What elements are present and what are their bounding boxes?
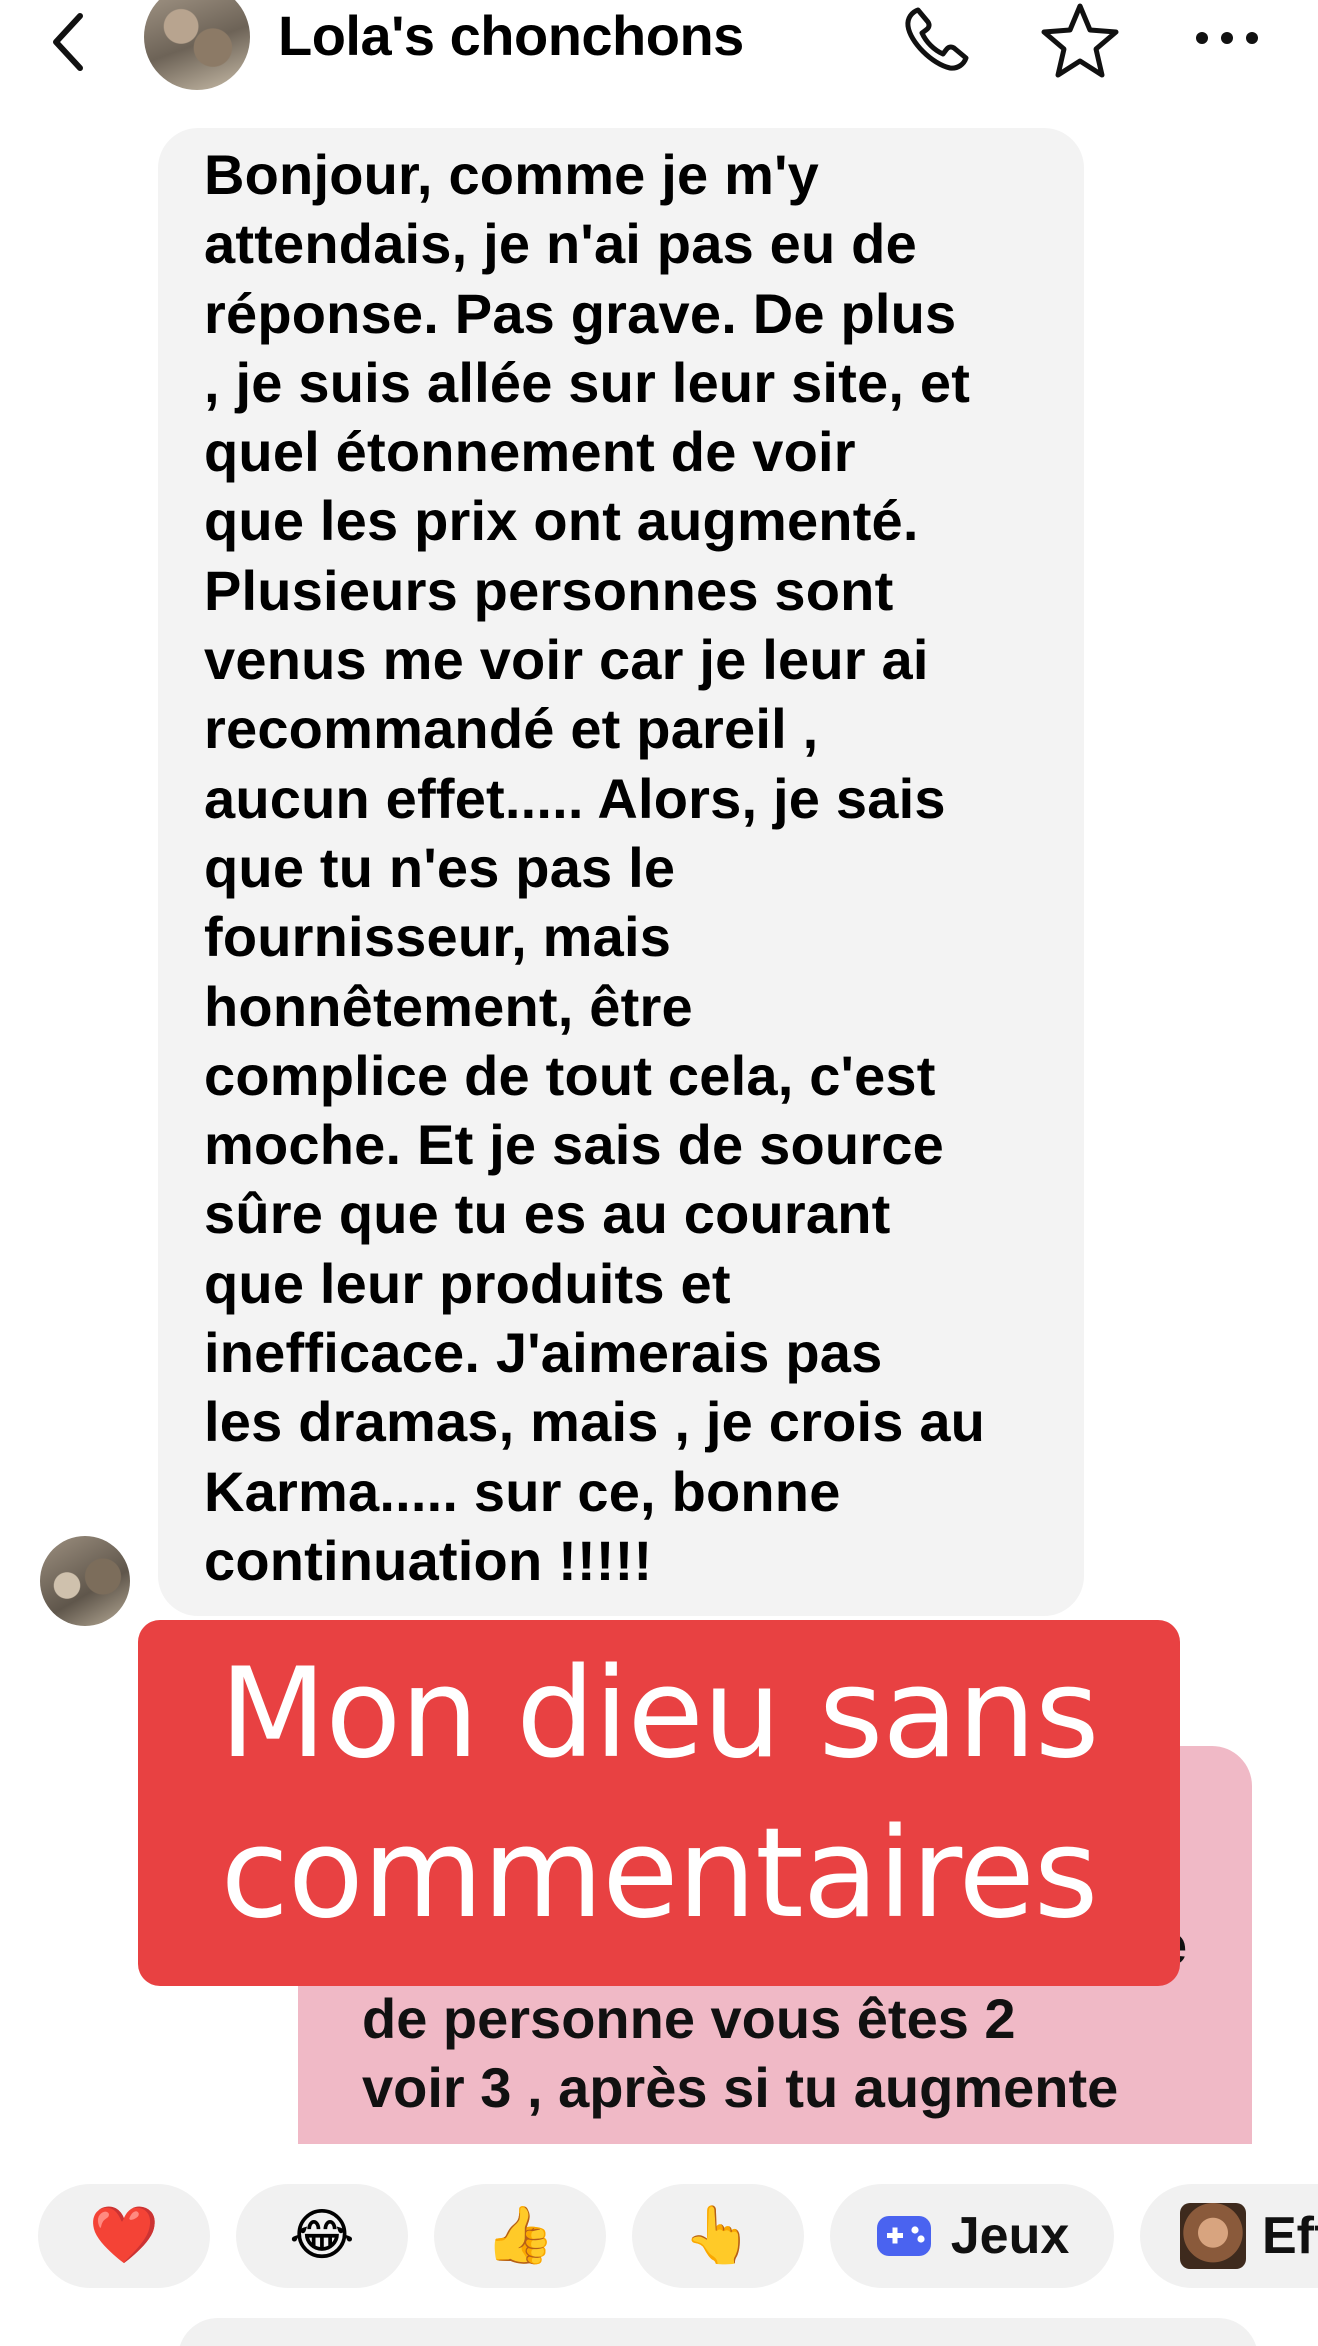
- gamepad-icon: [876, 2216, 931, 2256]
- effect-thumbnail: [1180, 2203, 1246, 2269]
- chat-header: Lola's chonchons: [0, 0, 1318, 118]
- chat-screen: Lola's chonchons Bonjour, comme je m'y a…: [0, 0, 1318, 2346]
- laughing-face-icon: 😂: [289, 2203, 355, 2268]
- favorite-button[interactable]: [1040, 0, 1120, 80]
- star-icon: [1041, 3, 1119, 78]
- conversation-title[interactable]: Lola's chonchons: [278, 4, 744, 68]
- chevron-left-icon: [53, 13, 83, 71]
- reaction-heart[interactable]: ❤️: [38, 2184, 210, 2288]
- more-options-button[interactable]: [1192, 20, 1262, 56]
- caption-text: Mon dieu sans commentaires: [219, 1642, 1099, 1946]
- games-button[interactable]: Jeux: [830, 2184, 1114, 2288]
- back-button[interactable]: [40, 6, 104, 76]
- pointing-hand-icon: 👆: [683, 2203, 753, 2268]
- phone-icon: [905, 7, 969, 71]
- reaction-laugh[interactable]: 😂: [236, 2184, 408, 2288]
- sender-avatar[interactable]: [40, 1536, 130, 1626]
- reaction-thumbs-up[interactable]: 👍: [434, 2184, 606, 2288]
- effects-label: Eff: [1262, 2207, 1318, 2265]
- contact-avatar[interactable]: [144, 0, 250, 90]
- effects-button[interactable]: Eff: [1140, 2184, 1318, 2288]
- heart-icon: ❤️: [89, 2203, 159, 2268]
- sent-message-text: de personne vous êtes 2 voir 3 , après s…: [362, 1987, 1119, 2119]
- thumbs-up-icon: 👍: [485, 2203, 555, 2268]
- reaction-point[interactable]: 👆: [632, 2184, 804, 2288]
- more-icon: [1196, 32, 1258, 44]
- received-message-text: Bonjour, comme je m'y attendais, je n'ai…: [204, 143, 986, 1592]
- games-label: Jeux: [950, 2207, 1070, 2265]
- call-button[interactable]: [898, 2, 974, 78]
- message-composer[interactable]: [178, 2318, 1258, 2346]
